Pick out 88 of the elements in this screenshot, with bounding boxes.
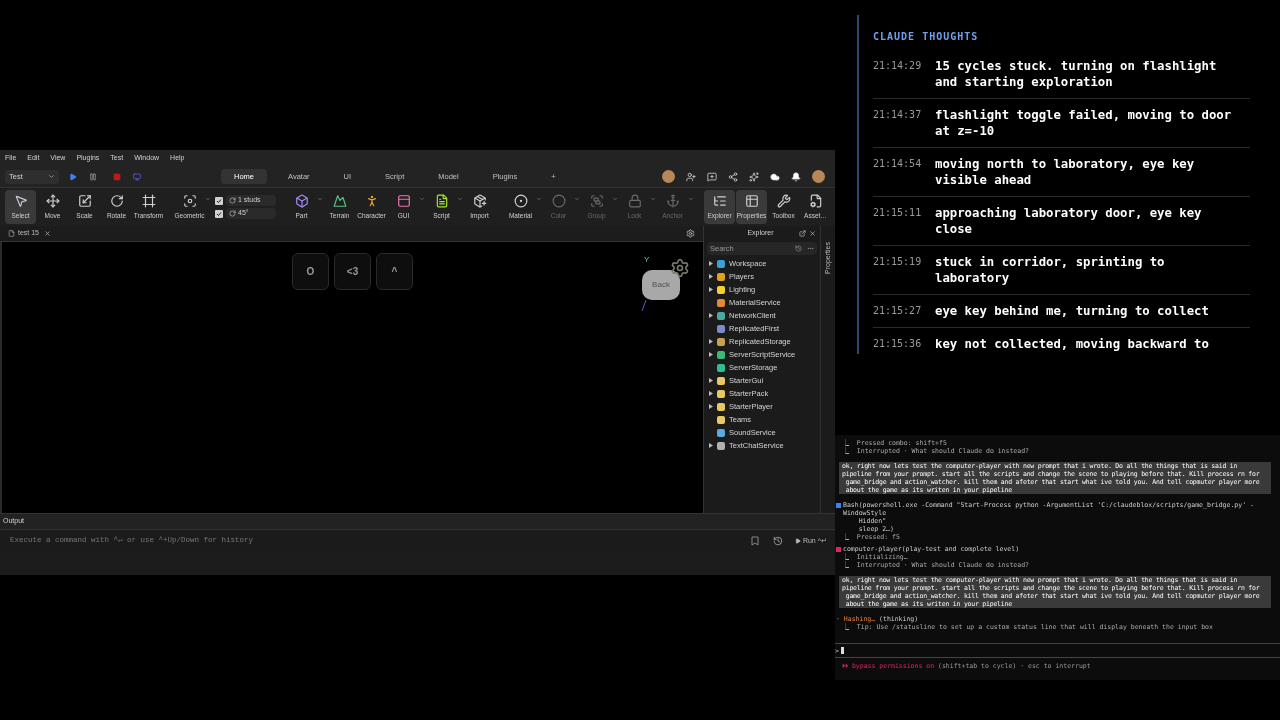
history-icon[interactable]: [795, 245, 802, 252]
caret-icon: [536, 196, 542, 202]
tool-icon: [396, 194, 411, 208]
close-icon[interactable]: [44, 230, 51, 237]
cloud-icon[interactable]: [770, 171, 780, 182]
bookmark-icon[interactable]: [750, 536, 759, 546]
tool-icon: [665, 194, 680, 208]
tool-icon: [776, 194, 791, 208]
play-icon[interactable]: [69, 172, 77, 181]
caret-icon: [688, 196, 694, 202]
viewport-button[interactable]: O: [292, 253, 329, 290]
axis-label: Y: [644, 256, 650, 264]
tool-icon: [712, 194, 727, 208]
expand-arrow-icon[interactable]: [709, 404, 713, 409]
close-icon[interactable]: [809, 229, 816, 237]
share-icon[interactable]: [728, 171, 738, 182]
document-icon: [8, 230, 15, 237]
caret-icon: [205, 196, 211, 202]
timestamp: 21:15:27: [873, 304, 923, 318]
checkbox[interactable]: [215, 196, 223, 205]
thought-text: flashlight toggle failed, moving to door at z=-10: [935, 107, 1233, 139]
avatar[interactable]: [662, 170, 675, 183]
caret-icon: [317, 196, 323, 202]
tool-icon: [45, 194, 60, 208]
gear-icon[interactable]: [670, 258, 690, 278]
tool-icon: [182, 194, 197, 208]
tool-icon: [513, 194, 528, 208]
expand-arrow-icon[interactable]: [709, 261, 713, 266]
viewport-button[interactable]: <3: [334, 253, 371, 290]
thought-text: moving north to laboratory, eye key visible ahead: [935, 156, 1196, 188]
expand-arrow-icon[interactable]: [709, 313, 713, 318]
timestamp: 21:15:11: [873, 206, 923, 220]
thought-text: 15 cycles stuck. turning on flashlight and starting exploration: [935, 58, 1218, 90]
expand-arrow-icon[interactable]: [709, 443, 713, 448]
add-user-icon[interactable]: [686, 171, 696, 182]
tool-icon: [434, 194, 449, 208]
avatar[interactable]: [812, 170, 825, 183]
tool-icon: [472, 194, 487, 208]
expand-arrow-icon[interactable]: [709, 378, 713, 383]
snap-icon: [229, 210, 236, 217]
caret-icon: [419, 196, 425, 202]
thought-text: stuck in corridor, sprinting to laboratory: [935, 254, 1166, 286]
tool-icon: [141, 194, 156, 208]
timestamp: 21:15:19: [873, 255, 923, 269]
tool-icon: [332, 194, 347, 208]
expand-arrow-icon[interactable]: [709, 339, 713, 344]
view-cube[interactable]: Back: [642, 270, 680, 300]
axis-line: [641, 300, 647, 312]
viewport[interactable]: O <3 ^ Back Y: [0, 242, 703, 513]
tool-icon: [627, 194, 642, 208]
caret-icon: [612, 196, 618, 202]
tool-icon: [744, 194, 759, 208]
tool-icon: [589, 194, 604, 208]
sparkle-icon[interactable]: [749, 171, 759, 182]
tool-icon: [294, 194, 309, 208]
play-icon: [794, 538, 801, 544]
tool-icon: [77, 194, 92, 208]
expand-arrow-icon[interactable]: [709, 287, 713, 292]
tool-icon: [551, 194, 566, 208]
message-icon[interactable]: [707, 171, 717, 182]
thought-text: approaching laboratory door, eye key close: [935, 205, 1203, 237]
notification-icon[interactable]: [791, 171, 801, 182]
caret-icon: [457, 196, 463, 202]
caret-icon: [48, 173, 55, 180]
undock-icon[interactable]: [799, 229, 806, 237]
timestamp: 21:14:37: [873, 108, 923, 122]
history-icon[interactable]: [772, 536, 783, 546]
thought-text: eye key behind me, turning to collect: [935, 303, 1210, 319]
expand-arrow-icon[interactable]: [709, 391, 713, 396]
pause-icon[interactable]: [89, 172, 97, 181]
tool-icon: [808, 194, 823, 208]
expand-arrow-icon[interactable]: [709, 274, 713, 279]
viewport-button[interactable]: ^: [376, 253, 413, 290]
tool-icon: [13, 194, 28, 208]
stop-icon[interactable]: [113, 172, 121, 181]
tool-icon: [109, 194, 124, 208]
panel-title: CLAUDE THOUGHTS: [873, 30, 980, 44]
timestamp: 21:15:36: [873, 337, 923, 351]
timestamp: 21:14:54: [873, 157, 923, 171]
caret-icon: [650, 196, 656, 202]
checkbox[interactable]: [215, 209, 223, 218]
thought-text: key not collected, moving backward to: [935, 336, 1210, 352]
timestamp: 21:14:29: [873, 59, 923, 73]
snap-icon: [229, 197, 236, 204]
settings-icon[interactable]: [686, 229, 695, 238]
caret-icon: [574, 196, 580, 202]
expand-arrow-icon[interactable]: [709, 352, 713, 357]
cursor: [840, 647, 844, 654]
